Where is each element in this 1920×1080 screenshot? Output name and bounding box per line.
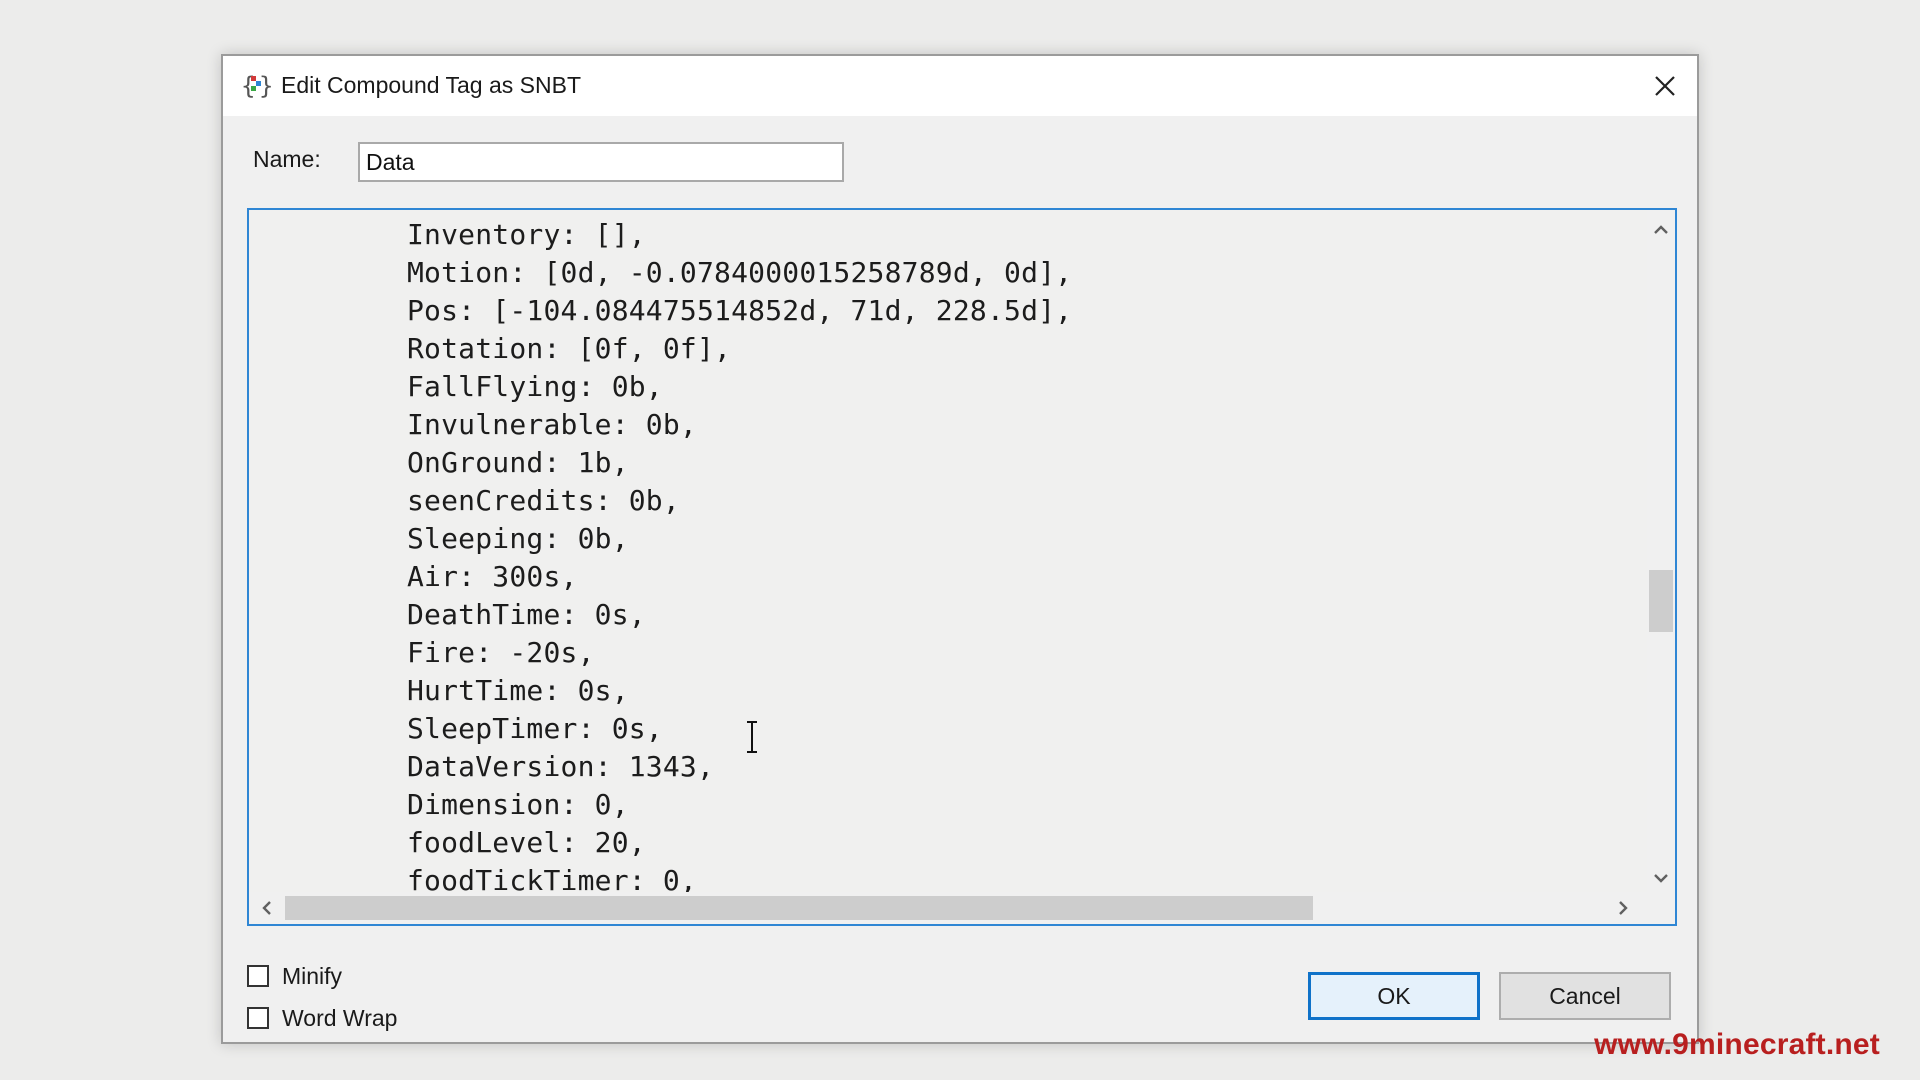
code-line: Invulnerable: 0b, (407, 408, 697, 441)
code-line: OnGround: 1b, (407, 446, 629, 479)
scroll-right-arrow-icon[interactable] (1607, 892, 1639, 924)
minify-checkbox[interactable] (247, 965, 269, 987)
close-icon[interactable] (1645, 66, 1685, 106)
vertical-scroll-thumb[interactable] (1649, 570, 1673, 632)
name-input[interactable] (358, 142, 844, 182)
text-cursor-icon (747, 721, 757, 753)
ok-button[interactable]: OK (1308, 972, 1480, 1020)
code-line: Rotation: [0f, 0f], (407, 332, 732, 365)
horizontal-scroll-thumb[interactable] (285, 896, 1313, 920)
code-line: Air: 300s, (407, 560, 578, 593)
code-line: foodLevel: 20, (407, 826, 646, 859)
code-line: Sleeping: 0b, (407, 522, 629, 555)
code-text-area[interactable]: Inventory: [], Motion: [0d, -0.078400001… (249, 210, 1649, 894)
dialog-title: Edit Compound Tag as SNBT (281, 72, 582, 98)
code-line: HurtTime: 0s, (407, 674, 629, 707)
watermark: www.9minecraft.net (1594, 1028, 1880, 1061)
minify-label[interactable]: Minify (282, 963, 342, 990)
minify-option[interactable]: Minify (247, 960, 342, 992)
code-line: Dimension: 0, (407, 788, 629, 821)
code-line: foodTickTimer: 0, (407, 864, 697, 894)
scroll-down-arrow-icon[interactable] (1647, 862, 1675, 894)
snbt-editor[interactable]: Inventory: [], Motion: [0d, -0.078400001… (247, 208, 1677, 926)
code-line: FallFlying: 0b, (407, 370, 663, 403)
code-line: DataVersion: 1343, (407, 750, 715, 783)
code-line: Pos: [-104.084475514852d, 71d, 228.5d], (407, 294, 1073, 327)
scroll-up-arrow-icon[interactable] (1647, 214, 1675, 246)
name-label: Name: (253, 146, 321, 172)
scroll-left-arrow-icon[interactable] (251, 892, 283, 924)
code-line: seenCredits: 0b, (407, 484, 680, 517)
word-wrap-label[interactable]: Word Wrap (282, 1005, 397, 1032)
code-line: Inventory: [], (407, 218, 646, 251)
code-line: Motion: [0d, -0.0784000015258789d, 0d], (407, 256, 1073, 289)
title-bar[interactable]: { } Edit Compound Tag as SNBT (223, 56, 1697, 116)
edit-snbt-dialog: { } Edit Compound Tag as SNBT Name: Inve… (221, 54, 1699, 1044)
horizontal-scrollbar[interactable] (249, 892, 1649, 924)
cancel-button[interactable]: Cancel (1499, 972, 1671, 1020)
word-wrap-option[interactable]: Word Wrap (247, 1002, 397, 1034)
code-line: Fire: -20s, (407, 636, 595, 669)
code-line: DeathTime: 0s, (407, 598, 646, 631)
scrollbar-corner (1647, 892, 1675, 924)
snbt-compound-icon: { } (241, 72, 271, 100)
code-line: SleepTimer: 0s, (407, 712, 663, 745)
word-wrap-checkbox[interactable] (247, 1007, 269, 1029)
vertical-scrollbar[interactable] (1647, 210, 1675, 894)
